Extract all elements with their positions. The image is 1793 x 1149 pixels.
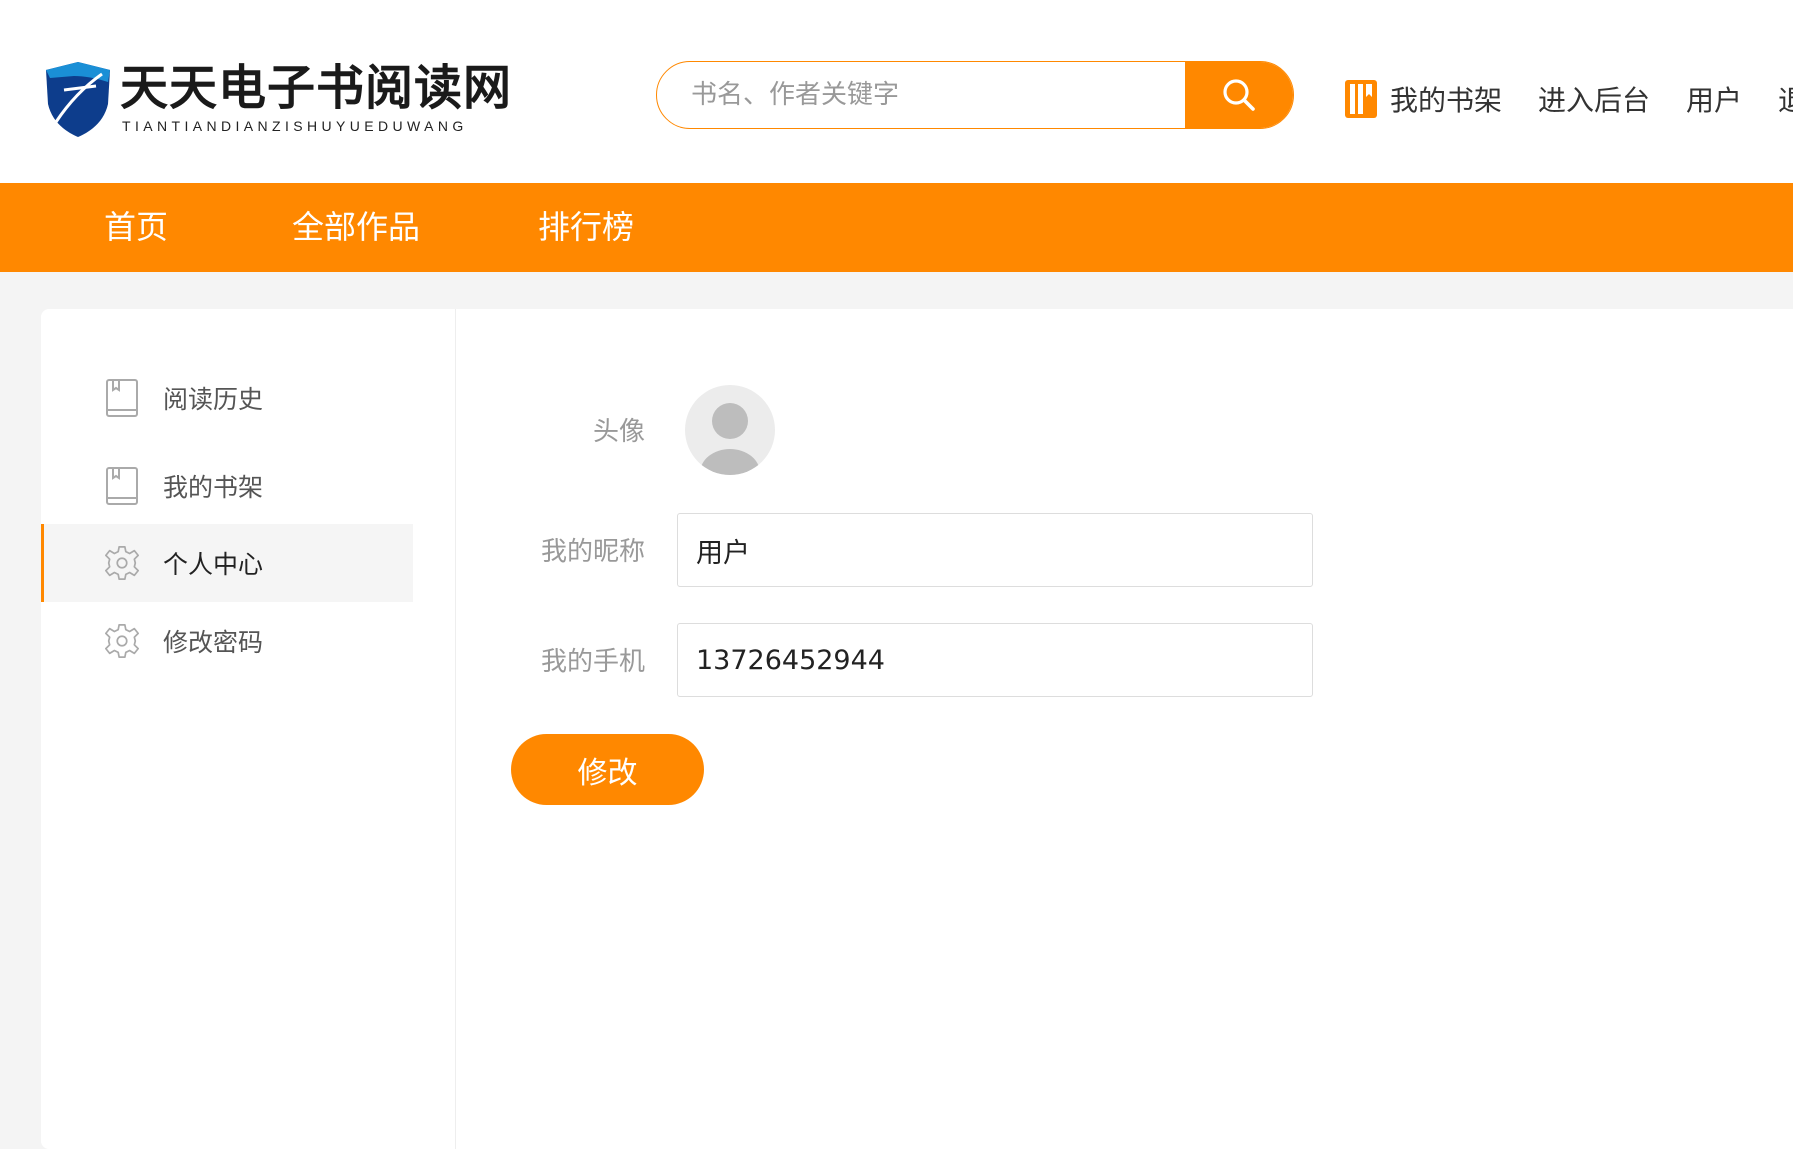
avatar-label: 头像 [592, 417, 645, 447]
logo-title: 天天电子书阅读网 [120, 60, 513, 116]
phone-field[interactable] [677, 623, 1313, 697]
nav-item-home[interactable]: 首页 [104, 183, 168, 272]
sidebar-item-label: 阅读历史 [163, 385, 264, 414]
nav-item-all-works[interactable]: 全部作品 [292, 183, 420, 272]
sidebar: 阅读历史 我的书架 个人中心 修改密码 [41, 309, 456, 1149]
bookshelf-link[interactable]: 我的书架 [1344, 79, 1502, 119]
gear-icon [104, 545, 140, 581]
search-input[interactable] [657, 62, 1187, 128]
sidebar-item-bookshelf[interactable]: 我的书架 [41, 447, 413, 525]
user-avatar-icon [700, 403, 760, 475]
search-button[interactable] [1185, 62, 1293, 128]
shield-logo-icon [46, 62, 110, 137]
search-bar [656, 61, 1294, 129]
sidebar-item-label: 我的书架 [163, 473, 264, 502]
admin-link[interactable]: 进入后台 [1538, 79, 1650, 119]
site-logo[interactable]: 天天电子书阅读网 TIANTIANDIANZISHUYUEDUWANG [44, 58, 511, 140]
nickname-label: 我的昵称 [540, 537, 645, 567]
sidebar-item-reading-history[interactable]: 阅读历史 [41, 359, 413, 437]
bookshelf-link-label: 我的书架 [1390, 84, 1503, 117]
book-icon [106, 379, 138, 417]
book-icon [106, 467, 138, 505]
user-link[interactable]: 用户 [1686, 79, 1742, 119]
bookshelf-icon [1345, 80, 1377, 118]
nickname-field[interactable] [677, 513, 1313, 587]
phone-label: 我的手机 [540, 647, 645, 677]
nav-item-ranking[interactable]: 排行榜 [538, 183, 634, 272]
avatar[interactable] [685, 385, 775, 475]
sidebar-item-change-password[interactable]: 修改密码 [41, 602, 413, 680]
search-icon [1223, 79, 1255, 111]
gear-icon [104, 623, 140, 659]
sidebar-item-label: 个人中心 [163, 550, 264, 579]
main-nav: 首页 全部作品 排行榜 [0, 183, 1793, 272]
header-links: 我的书架 进入后台 用户 退 [1344, 74, 1793, 124]
sidebar-item-label: 修改密码 [163, 628, 264, 657]
logo-subtitle: TIANTIANDIANZISHUYUEDUWANG [122, 118, 468, 134]
site-header: 天天电子书阅读网 TIANTIANDIANZISHUYUEDUWANG 我的书架… [0, 0, 1793, 183]
sidebar-item-profile[interactable]: 个人中心 [41, 524, 413, 602]
content-card: 阅读历史 我的书架 个人中心 修改密码 头像 我的昵称 用户 我的手机 1372… [41, 309, 1793, 1149]
logout-link[interactable]: 退 [1778, 79, 1793, 119]
submit-button[interactable]: 修改 [511, 734, 704, 805]
